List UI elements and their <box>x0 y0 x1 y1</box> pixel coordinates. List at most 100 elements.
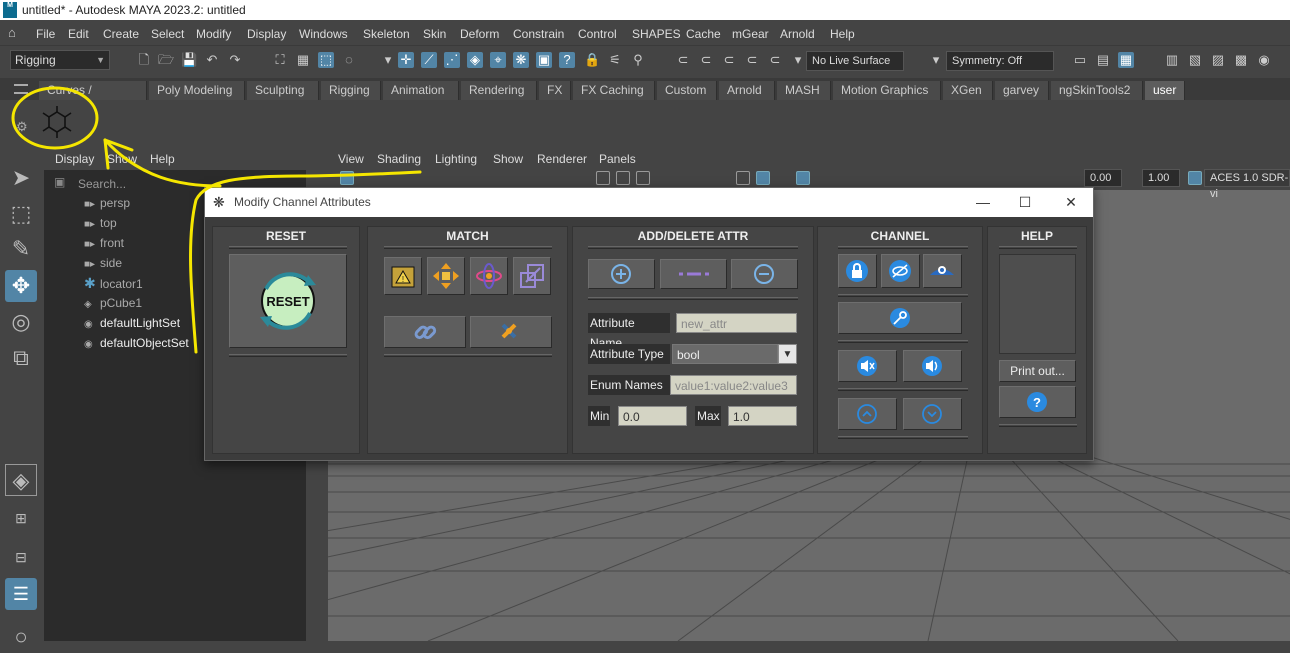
menu-edit[interactable]: Edit <box>68 27 89 41</box>
four-layout-icon[interactable]: ⊞ <box>5 502 37 534</box>
search-icon[interactable]: ○ <box>5 621 37 653</box>
rotate-tool-icon[interactable]: ◎ <box>5 306 37 338</box>
dialog-titlebar[interactable]: ❋ Modify Channel Attributes — ☐ ✕ <box>205 188 1093 217</box>
menu-display[interactable]: Display <box>247 27 286 41</box>
paint-select-icon[interactable]: ✎ <box>5 233 37 265</box>
dropdown-icon[interactable]: ▾ <box>790 52 806 68</box>
add-attribute-button[interactable] <box>588 259 655 289</box>
select-object-icon[interactable]: ▦ <box>295 52 311 68</box>
snap-point-icon[interactable]: ⋰ <box>444 52 460 68</box>
gear-icon[interactable]: ⚙ <box>16 119 28 135</box>
move-channel-down-button[interactable] <box>903 398 962 430</box>
pick-icon[interactable]: ⚲ <box>630 52 646 68</box>
lock-channel-button[interactable] <box>838 254 877 288</box>
channel-tool-shelf-icon[interactable] <box>38 104 76 140</box>
outliner-menu-show[interactable]: Show <box>107 152 137 166</box>
home-icon[interactable]: ⌂ <box>8 26 22 40</box>
gamma-field[interactable]: 1.00 <box>1142 169 1180 187</box>
mute-channel-button[interactable] <box>838 350 897 382</box>
move-channel-up-button[interactable] <box>838 398 897 430</box>
undo-icon[interactable]: ↶ <box>204 52 220 68</box>
hide-channel-button[interactable] <box>881 254 920 288</box>
menu-windows[interactable]: Windows <box>299 27 348 41</box>
print-out-button[interactable]: Print out... <box>999 360 1076 382</box>
menu-create[interactable]: Create <box>103 27 139 41</box>
menu-constrain[interactable]: Constrain <box>513 27 564 41</box>
menu-modify[interactable]: Modify <box>196 27 231 41</box>
magnet3-icon[interactable]: ⊂ <box>721 52 737 68</box>
outliner-menu-help[interactable]: Help <box>150 152 175 166</box>
enum-names-input[interactable]: value1:value2:value3 <box>670 375 797 395</box>
link-attributes-button[interactable] <box>384 316 466 348</box>
tab-motion-graphics[interactable]: Motion Graphics <box>833 81 941 100</box>
menu-skin[interactable]: Skin <box>423 27 446 41</box>
snap-surface-icon[interactable]: ⌖ <box>490 52 506 68</box>
swap-attributes-button[interactable] <box>470 316 552 348</box>
wireframe-icon[interactable] <box>736 171 750 185</box>
dropdown-icon[interactable]: ▾ <box>380 52 396 68</box>
scale-tool-icon[interactable]: ⧉ <box>5 342 37 374</box>
viewport-menu-panels[interactable]: Panels <box>599 152 636 166</box>
viewport-menu-lighting[interactable]: Lighting <box>435 152 477 166</box>
snap-vertex-icon[interactable]: ❋ <box>513 52 529 68</box>
magnet5-icon[interactable]: ⊂ <box>767 52 783 68</box>
menu-arnold[interactable]: Arnold <box>780 27 815 41</box>
magnet4-icon[interactable]: ⊂ <box>744 52 760 68</box>
delete-attribute-button[interactable] <box>731 259 798 289</box>
menuset-dropdown[interactable]: Rigging ▼ <box>10 50 110 70</box>
outliner-item-side[interactable]: ■▸ side <box>84 254 122 272</box>
history-icon[interactable]: ⚟ <box>607 52 623 68</box>
magnet2-icon[interactable]: ⊂ <box>698 52 714 68</box>
symmetry-field[interactable]: Symmetry: Off <box>946 51 1054 71</box>
menu-select[interactable]: Select <box>151 27 184 41</box>
menu-cache[interactable]: Cache <box>686 27 721 41</box>
film-gate-icon[interactable] <box>616 171 630 185</box>
select-hierarchy-icon[interactable]: ⛶ <box>272 52 288 68</box>
shelf-menu-icon[interactable] <box>14 84 28 94</box>
two-layout-icon[interactable]: ⊟ <box>5 541 37 573</box>
single-layout-icon[interactable]: ◈ <box>5 464 37 496</box>
match-transforms-button[interactable]: ! <box>384 257 422 295</box>
menu-deform[interactable]: Deform <box>460 27 499 41</box>
menu-file[interactable]: File <box>36 27 55 41</box>
new-scene-icon[interactable]: 🗋 <box>136 52 152 68</box>
tab-curves-surfaces[interactable]: Curves / Surfaces <box>39 81 147 116</box>
match-translate-button[interactable] <box>427 257 465 295</box>
match-rotate-button[interactable] <box>470 257 508 295</box>
outliner-item-persp[interactable]: ■▸ persp <box>84 194 130 212</box>
chevron-down-icon[interactable]: ▼ <box>778 344 797 364</box>
tab-rendering[interactable]: Rendering <box>461 81 537 100</box>
outliner-item-top[interactable]: ■▸ top <box>84 214 117 232</box>
tab-mash[interactable]: MASH <box>777 81 831 100</box>
snap-view-icon[interactable]: ◈ <box>467 52 483 68</box>
select-component-icon[interactable]: ⬚ <box>318 52 334 68</box>
menu-control[interactable]: Control <box>578 27 617 41</box>
filter-icon[interactable]: ▣ <box>54 175 65 189</box>
render-view-icon[interactable]: ▦ <box>1118 52 1134 68</box>
outliner-layout-icon[interactable]: ☰ <box>5 578 37 610</box>
magnet-icon[interactable]: ⊂ <box>675 52 691 68</box>
lasso-tool-icon[interactable]: ⬚ <box>5 198 37 230</box>
attribute-name-input[interactable]: new_attr <box>676 313 797 333</box>
unmute-channel-button[interactable] <box>903 350 962 382</box>
tab-fx-caching[interactable]: FX Caching <box>573 81 655 100</box>
max-input[interactable]: 1.0 <box>728 406 797 426</box>
film-icon[interactable]: ▥ <box>1164 52 1180 68</box>
help-button[interactable]: ? <box>999 386 1076 418</box>
tab-user[interactable]: user <box>1145 81 1185 100</box>
live-surface-field[interactable]: No Live Surface <box>806 51 904 71</box>
sidebar-toggle-icon[interactable]: ▭ <box>1072 52 1088 68</box>
camera-select-icon[interactable] <box>340 171 354 185</box>
tab-fx[interactable]: FX <box>539 81 571 100</box>
snap-grid-icon[interactable]: ✛ <box>398 52 414 68</box>
tab-sculpting[interactable]: Sculpting <box>247 81 319 100</box>
tab-rigging[interactable]: Rigging <box>321 81 381 100</box>
resolution-gate-icon[interactable] <box>636 171 650 185</box>
render-icon[interactable]: ▤ <box>1095 52 1111 68</box>
tab-xgen[interactable]: XGen <box>943 81 993 100</box>
snap-edge-icon[interactable]: ▣ <box>536 52 552 68</box>
open-scene-icon[interactable]: 🗁 <box>158 52 174 68</box>
tab-arnold[interactable]: Arnold <box>719 81 775 100</box>
close-icon[interactable]: ✕ <box>1051 188 1091 217</box>
menu-skeleton[interactable]: Skeleton <box>363 27 410 41</box>
